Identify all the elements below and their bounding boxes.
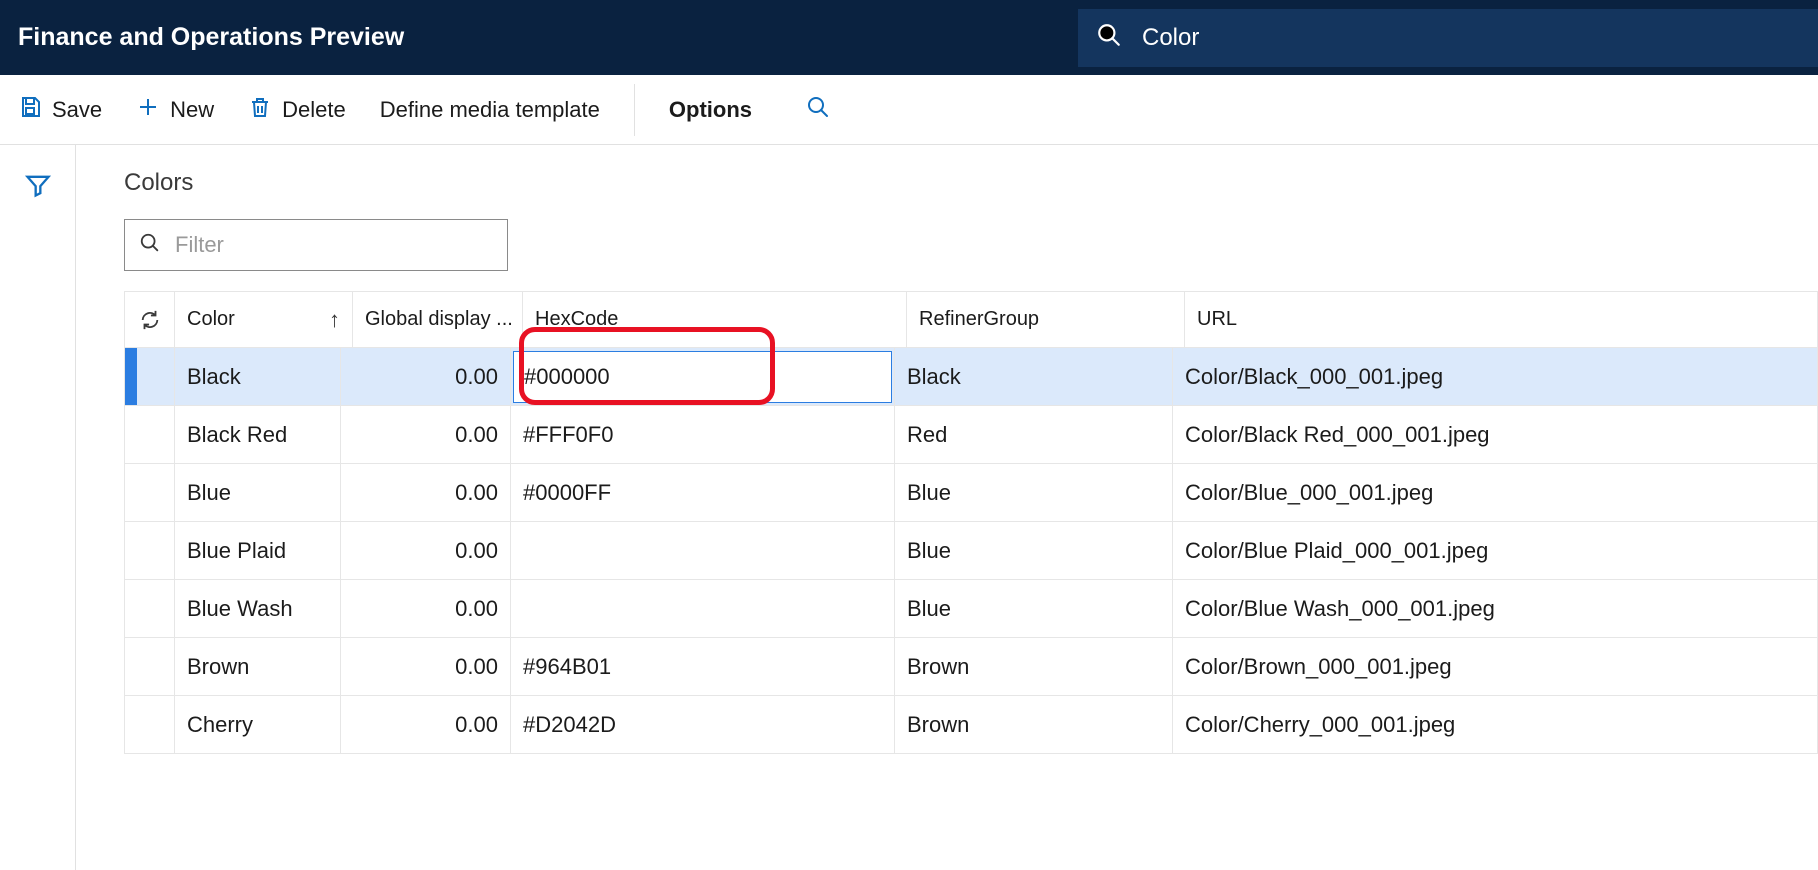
save-button[interactable]: Save [18,95,102,125]
table-row[interactable]: Blue Plaid0.00 BlueColor/Blue Plaid_000_0… [125,522,1817,580]
cell-color[interactable]: Blue [175,464,341,521]
refresh-button[interactable] [125,292,175,347]
define-media-label: Define media template [380,97,600,123]
cell-hexcode[interactable] [511,522,895,579]
cell-color[interactable]: Black [175,348,341,405]
cell-hexcode[interactable]: #D2042D [511,696,895,753]
cell-hexcode[interactable]: #0000FF [511,464,895,521]
plus-icon [136,95,160,125]
cell-url[interactable]: Color/Cherry_000_001.jpeg [1173,696,1817,753]
table-row[interactable]: Cherry0.00#D2042DBrownColor/Cherry_000_0… [125,696,1817,754]
global-search[interactable]: Color [1078,9,1818,67]
top-nav: Finance and Operations Preview Color [0,0,1818,75]
cell-global-display[interactable]: 0.00 [341,696,511,753]
table-row[interactable]: Brown0.00#964B01BrownColor/Brown_000_001… [125,638,1817,696]
cell-global-display[interactable]: 0.00 [341,348,511,405]
cell-url[interactable]: Color/Blue_000_001.jpeg [1173,464,1817,521]
cell-url[interactable]: Color/Black_000_001.jpeg [1173,348,1817,405]
cell-global-display[interactable]: 0.00 [341,580,511,637]
grid-header-row: Color ↑ Global display ... HexCode Refin… [125,292,1817,348]
filter-icon[interactable] [24,171,52,870]
cell-global-display[interactable]: 0.00 [341,638,511,695]
cell-hexcode[interactable]: #964B01 [511,638,895,695]
cell-refiner-group[interactable]: Blue [895,522,1173,579]
cell-color[interactable]: Cherry [175,696,341,753]
column-header-refiner-label: RefinerGroup [919,308,1039,331]
cell-color[interactable]: Black Red [175,406,341,463]
cell-hexcode[interactable]: #FFF0F0 [511,406,895,463]
cell-hexcode[interactable] [511,580,895,637]
main-area: Colors Color ↑ Global display ... [0,145,1818,870]
cell-url[interactable]: Color/Black Red_000_001.jpeg [1173,406,1817,463]
row-gutter[interactable] [125,638,175,695]
trash-icon [248,95,272,125]
options-label: Options [669,97,752,123]
search-icon [1096,22,1122,53]
row-gutter[interactable] [137,348,175,405]
column-header-refiner[interactable]: RefinerGroup [907,292,1185,347]
new-label: New [170,97,214,123]
cell-refiner-group[interactable]: Blue [895,464,1173,521]
content: Colors Color ↑ Global display ... [76,145,1818,870]
grid-filter[interactable] [124,219,508,271]
delete-button[interactable]: Delete [248,95,346,125]
row-gutter[interactable] [125,696,175,753]
row-gutter[interactable] [125,522,175,579]
search-icon [806,95,830,125]
colors-grid: Color ↑ Global display ... HexCode Refin… [124,291,1818,754]
column-header-global-label: Global display ... [365,308,513,331]
column-header-color[interactable]: Color ↑ [175,292,353,347]
row-gutter[interactable] [125,406,175,463]
global-search-text: Color [1142,24,1199,52]
cell-url[interactable]: Color/Brown_000_001.jpeg [1173,638,1817,695]
sort-asc-icon: ↑ [329,307,340,333]
cell-refiner-group[interactable]: Black [895,348,1173,405]
column-header-hex[interactable]: HexCode [523,292,907,347]
table-row[interactable]: Blue Wash0.00 BlueColor/Blue Wash_000_001… [125,580,1817,638]
cell-global-display[interactable]: 0.00 [341,522,511,579]
cell-url[interactable]: Color/Blue Wash_000_001.jpeg [1173,580,1817,637]
column-header-url[interactable]: URL [1185,292,1817,347]
row-select-bar [125,348,137,405]
action-divider [634,84,635,136]
cell-global-display[interactable]: 0.00 [341,464,511,521]
column-header-url-label: URL [1197,308,1237,331]
cell-color[interactable]: Brown [175,638,341,695]
cell-color[interactable]: Blue Plaid [175,522,341,579]
action-bar: Save New Delete Define media template Op… [0,75,1818,145]
search-icon [139,232,161,259]
page-title: Colors [124,169,1818,197]
delete-label: Delete [282,97,346,123]
cell-refiner-group[interactable]: Red [895,406,1173,463]
cell-refiner-group[interactable]: Brown [895,696,1173,753]
define-media-button[interactable]: Define media template [380,97,600,123]
column-header-global[interactable]: Global display ... [353,292,523,347]
cell-refiner-group[interactable]: Blue [895,580,1173,637]
app-title: Finance and Operations Preview [0,23,404,52]
hexcode-input[interactable] [516,353,764,401]
column-header-hex-label: HexCode [535,308,618,331]
save-label: Save [52,97,102,123]
options-button[interactable]: Options [669,97,752,123]
row-gutter[interactable] [125,580,175,637]
row-gutter[interactable] [125,464,175,521]
new-button[interactable]: New [136,95,214,125]
table-row[interactable]: Blue0.00#0000FFBlueColor/Blue_000_001.jp… [125,464,1817,522]
cell-hexcode[interactable] [511,348,895,405]
cell-global-display[interactable]: 0.00 [341,406,511,463]
sidebar [0,145,76,870]
grid-body: Black0.00BlackColor/Black_000_001.jpegBl… [125,348,1817,754]
cell-url[interactable]: Color/Blue Plaid_000_001.jpeg [1173,522,1817,579]
find-button[interactable] [806,95,830,125]
cell-color[interactable]: Blue Wash [175,580,341,637]
column-header-color-label: Color [187,308,235,331]
grid-filter-input[interactable] [173,231,493,259]
save-icon [18,95,42,125]
cell-refiner-group[interactable]: Brown [895,638,1173,695]
table-row[interactable]: Black0.00BlackColor/Black_000_001.jpeg [125,348,1817,406]
table-row[interactable]: Black Red0.00#FFF0F0RedColor/Black Red_0… [125,406,1817,464]
